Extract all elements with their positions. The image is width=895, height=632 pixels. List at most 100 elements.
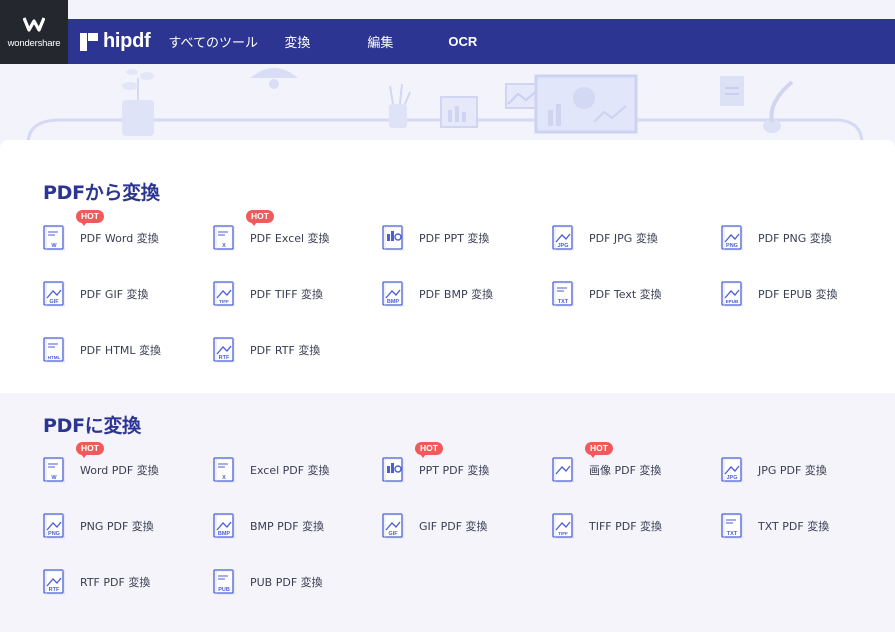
svg-text:PNG: PNG: [726, 243, 738, 249]
tool-label: PDF HTML 変換: [80, 344, 162, 357]
lamp-icon: [250, 68, 298, 89]
brand-name: hipdf: [103, 30, 151, 52]
tool-label: PDF TIFF 変換: [250, 288, 324, 301]
to-pdf-section: PDFに変換 W Word PDF 変換 HOT X Excel PDF 変換 PPT…: [0, 393, 895, 632]
tool-link-from-pdf-4[interactable]: PNG PDF PNG 変換: [721, 225, 832, 251]
svg-text:RTF: RTF: [219, 355, 230, 361]
file-type-icon: EPUB: [721, 281, 744, 307]
tool-label: PDF RTF 変換: [250, 344, 321, 357]
tool-link-from-pdf-11[interactable]: RTF PDF RTF 変換: [213, 337, 320, 363]
tool-label: Excel PDF 変換: [250, 464, 330, 477]
file-type-icon: W: [43, 457, 66, 483]
svg-text:TXT: TXT: [727, 531, 738, 537]
svg-text:PUB: PUB: [218, 587, 230, 593]
quill-icon: [763, 80, 794, 133]
from-pdf-section: PDFから変換 W PDF Word 変換 HOT X PDF Excel 変換 HOT…: [0, 140, 895, 393]
tool-link-from-pdf-1[interactable]: X PDF Excel 変換 HOT: [213, 210, 330, 251]
tool-link-to-pdf-10[interactable]: RTF RTF PDF 変換: [43, 569, 150, 595]
tool-link-from-pdf-0[interactable]: W PDF Word 変換 HOT: [43, 210, 159, 251]
tool-link-to-pdf-0[interactable]: W Word PDF 変換 HOT: [43, 442, 159, 483]
tool-link-from-pdf-10[interactable]: HTML PDF HTML 変換: [43, 337, 161, 363]
top-navbar: hipdf すべてのツール 変換 編集 OCR: [68, 19, 895, 64]
monitor-icon: [534, 74, 638, 134]
svg-text:EPUB: EPUB: [726, 299, 739, 304]
tool-label: GIF PDF 変換: [419, 520, 488, 533]
hero-desk-illustration: [26, 68, 864, 144]
file-type-icon: W: [43, 225, 66, 251]
tool-label: PNG PDF 変換: [80, 520, 154, 533]
tool-link-to-pdf-3[interactable]: 画像 PDF 変換 HOT: [552, 442, 661, 483]
tool-link-to-pdf-6[interactable]: BMP BMP PDF 変換: [213, 513, 324, 539]
svg-text:W: W: [51, 475, 57, 481]
svg-text:JPG: JPG: [726, 475, 737, 481]
hot-badge: HOT: [585, 442, 613, 458]
svg-text:TXT: TXT: [558, 299, 569, 305]
tool-label: PDF GIF 変換: [80, 288, 149, 301]
svg-text:TIFF: TIFF: [558, 531, 568, 536]
tool-label: Word PDF 変換: [80, 464, 159, 477]
file-type-icon: PNG: [43, 513, 66, 539]
svg-text:BMP: BMP: [387, 299, 400, 305]
nav-ocr[interactable]: OCR: [448, 34, 477, 49]
nav-edit[interactable]: 編集: [367, 32, 448, 51]
svg-text:TIFF: TIFF: [219, 299, 229, 304]
tool-label: RTF PDF 変換: [80, 576, 151, 589]
tool-link-to-pdf-9[interactable]: TXT TXT PDF 変換: [721, 513, 829, 539]
tool-link-from-pdf-7[interactable]: BMP PDF BMP 変換: [382, 281, 493, 307]
nav-all-tools[interactable]: すべてのツール: [168, 32, 284, 51]
tool-link-to-pdf-4[interactable]: JPG JPG PDF 変換: [721, 457, 827, 483]
file-type-icon: GIF: [43, 281, 66, 307]
wondershare-mark-icon: [23, 16, 45, 32]
tool-link-from-pdf-3[interactable]: JPG PDF JPG 変換: [552, 225, 658, 251]
svg-text:W: W: [51, 243, 57, 249]
hipdf-logo[interactable]: hipdf: [80, 30, 151, 53]
file-type-icon: [382, 457, 405, 483]
hipdf-logo-icon: [80, 32, 98, 51]
file-type-icon: X: [213, 225, 236, 251]
file-type-icon: [382, 225, 405, 251]
tool-link-from-pdf-6[interactable]: TIFF PDF TIFF 変換: [213, 281, 323, 307]
board-icon: [440, 96, 478, 128]
tool-label: PDF Excel 変換: [250, 232, 330, 245]
tool-link-to-pdf-1[interactable]: X Excel PDF 変換: [213, 457, 330, 483]
tool-link-to-pdf-8[interactable]: TIFF TIFF PDF 変換: [552, 513, 662, 539]
file-type-icon: HTML: [43, 337, 66, 363]
tool-link-from-pdf-2[interactable]: PDF PPT 変換: [382, 225, 489, 251]
file-type-icon: BMP: [382, 281, 405, 307]
tool-label: PDF EPUB 変換: [758, 288, 838, 301]
tool-label: PDF BMP 変換: [419, 288, 494, 301]
file-type-icon: TXT: [552, 281, 575, 307]
hot-badge: HOT: [76, 210, 104, 226]
wondershare-logo[interactable]: wondershare: [0, 0, 68, 64]
hot-badge: HOT: [76, 442, 104, 458]
from-pdf-title: PDFから変換: [43, 182, 160, 204]
tool-label: PUB PDF 変換: [250, 576, 323, 589]
file-type-icon: PNG: [721, 225, 744, 251]
document-icon: [720, 76, 744, 106]
file-type-icon: JPG: [721, 457, 744, 483]
tool-link-from-pdf-9[interactable]: EPUB PDF EPUB 変換: [721, 281, 838, 307]
tool-label: PDF PNG 変換: [758, 232, 832, 245]
nav-convert[interactable]: 変換: [284, 32, 367, 51]
tool-link-to-pdf-2[interactable]: PPT PDF 変換 HOT: [382, 442, 490, 483]
pencil-cup-icon: [389, 83, 411, 128]
tool-label: TXT PDF 変換: [758, 520, 830, 533]
tool-link-from-pdf-5[interactable]: GIF PDF GIF 変換: [43, 281, 149, 307]
tool-label: PDF Word 変換: [80, 232, 159, 245]
svg-text:JPG: JPG: [557, 243, 568, 249]
file-type-icon: TIFF: [213, 281, 236, 307]
plant-icon: [122, 69, 154, 136]
tool-link-from-pdf-8[interactable]: TXT PDF Text 変換: [552, 281, 662, 307]
file-type-icon: TXT: [721, 513, 744, 539]
file-type-icon: RTF: [213, 337, 236, 363]
svg-text:PNG: PNG: [48, 531, 60, 537]
tool-label: PDF Text 変換: [589, 288, 662, 301]
svg-text:BMP: BMP: [218, 531, 231, 537]
file-type-icon: [552, 457, 575, 483]
tool-label: TIFF PDF 変換: [589, 520, 663, 533]
tool-label: PPT PDF 変換: [419, 464, 490, 477]
svg-text:HTML: HTML: [48, 355, 61, 360]
tool-link-to-pdf-11[interactable]: PUB PUB PDF 変換: [213, 569, 323, 595]
tool-link-to-pdf-7[interactable]: GIF GIF PDF 変換: [382, 513, 488, 539]
tool-link-to-pdf-5[interactable]: PNG PNG PDF 変換: [43, 513, 154, 539]
